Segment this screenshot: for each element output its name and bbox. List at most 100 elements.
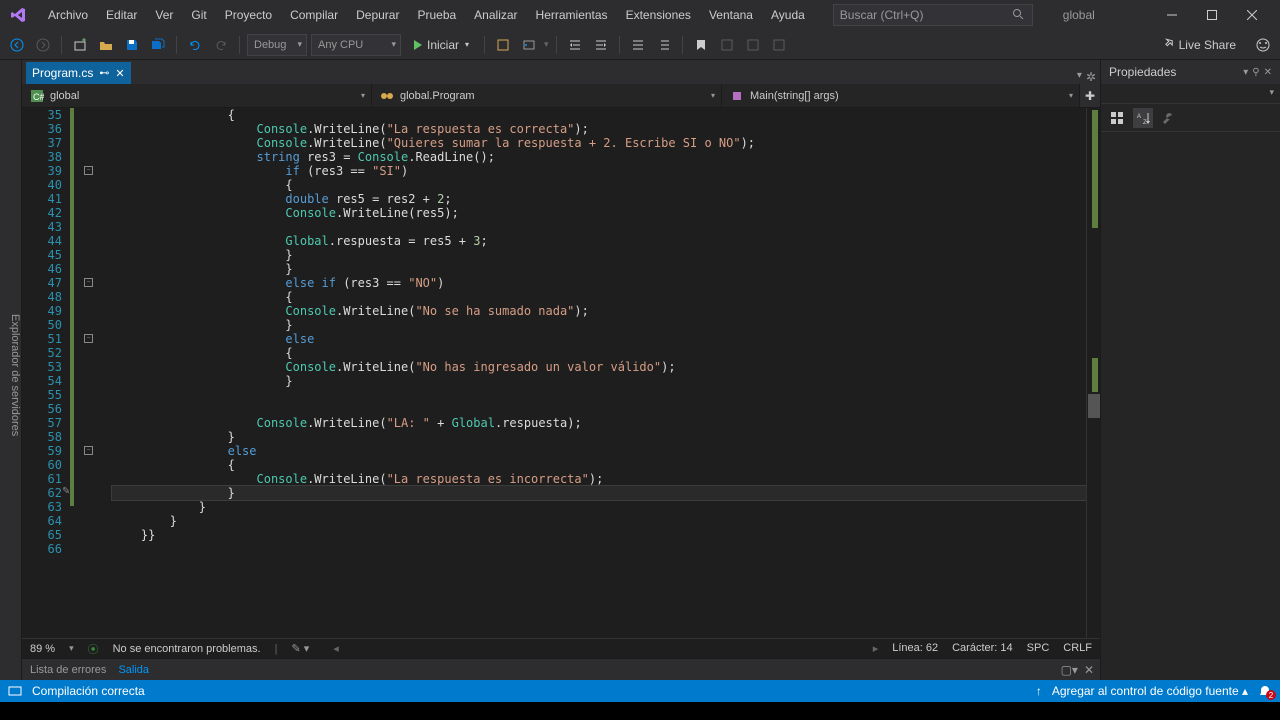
menu-git[interactable]: Git — [183, 4, 214, 26]
notifications-button[interactable]: 2 — [1258, 684, 1272, 698]
open-file-button[interactable] — [95, 34, 117, 56]
eol-mode[interactable]: CRLF — [1063, 642, 1092, 655]
zoom-level[interactable]: 89 % — [30, 643, 55, 655]
panel-toolbar: AZ — [1101, 104, 1280, 132]
minimize-button[interactable] — [1152, 0, 1192, 30]
menu-prueba[interactable]: Prueba — [409, 4, 464, 26]
indent-less-icon[interactable] — [564, 34, 586, 56]
save-button[interactable] — [121, 34, 143, 56]
tb-icon-2[interactable] — [518, 34, 540, 56]
method-icon — [730, 89, 744, 103]
search-placeholder: Buscar (Ctrl+Q) — [840, 8, 924, 22]
comment-icon[interactable] — [627, 34, 649, 56]
fold-toggle[interactable]: − — [84, 334, 93, 343]
tb-icon-1[interactable] — [492, 34, 514, 56]
line-indicator[interactable]: Línea: 62 — [892, 642, 938, 655]
build-status: Compilación correcta — [32, 684, 145, 698]
tab-dropdown-icon[interactable]: ▾ — [1077, 70, 1082, 84]
scroll-left-icon[interactable]: ◂ — [333, 642, 339, 655]
menu-herramientas[interactable]: Herramientas — [528, 4, 616, 26]
menu-extensiones[interactable]: Extensiones — [618, 4, 699, 26]
indent-more-icon[interactable] — [590, 34, 612, 56]
menu-bar: ArchivoEditarVerGitProyectoCompilarDepur… — [40, 4, 813, 26]
menu-depurar[interactable]: Depurar — [348, 4, 407, 26]
ok-icon: ⦿ — [88, 641, 99, 657]
uncomment-icon[interactable] — [653, 34, 675, 56]
menu-ayuda[interactable]: Ayuda — [763, 4, 813, 26]
nav-member[interactable]: Main(string[] args) — [722, 84, 1080, 107]
editor-statusbar: 89 % ▾ ⦿ No se encontraron problemas. | … — [22, 638, 1100, 658]
alphabetical-icon[interactable]: AZ — [1133, 108, 1153, 128]
back-button[interactable] — [6, 34, 28, 56]
bottom-tool-tabs: Lista de errores Salida ▢▾ ✕ — [22, 658, 1100, 680]
scroll-right-icon[interactable]: ▸ — [873, 642, 879, 655]
bottom-close-icon[interactable]: ✕ — [1084, 663, 1094, 677]
config-dropdown[interactable]: Debug — [247, 34, 307, 56]
svg-text:C#: C# — [33, 92, 44, 102]
redo-button[interactable] — [210, 34, 232, 56]
panel-dropdown-icon[interactable]: ▾ — [1243, 67, 1248, 78]
undo-button[interactable] — [184, 34, 206, 56]
fold-toggle[interactable]: − — [84, 278, 93, 287]
svg-text:A: A — [1137, 114, 1141, 120]
source-control-link[interactable]: Agregar al control de código fuente ▴ — [1052, 684, 1248, 698]
search-input[interactable]: Buscar (Ctrl+Q) — [833, 4, 1033, 26]
notification-count: 2 — [1266, 690, 1276, 700]
panel-close-icon[interactable]: ✕ — [1264, 67, 1272, 78]
toolbar: Debug Any CPU Iniciar ▾ ▾ Live Share — [0, 30, 1280, 60]
panel-title: Propiedades ▾ ⚲ ✕ — [1101, 60, 1280, 84]
indent-mode[interactable]: SPC — [1027, 642, 1050, 655]
rail-server-explorer[interactable]: Explorador de servidores — [9, 314, 21, 436]
panel-pin-icon[interactable]: ⚲ — [1252, 67, 1259, 78]
nav-project[interactable]: C# global — [22, 84, 372, 107]
menu-ventana[interactable]: Ventana — [701, 4, 761, 26]
minimap-scrollbar[interactable] — [1086, 108, 1100, 638]
feedback-icon[interactable] — [1252, 34, 1274, 56]
tab-settings-icon[interactable]: ✲ — [1086, 70, 1096, 84]
fold-toggle[interactable]: − — [84, 446, 93, 455]
nav-class[interactable]: global.Program — [372, 84, 722, 107]
upload-icon: ↑ — [1036, 684, 1042, 698]
pin-icon[interactable]: ⊷ — [99, 68, 109, 79]
tb-misc-1[interactable] — [716, 34, 738, 56]
bottom-toggle-icon[interactable]: ▢▾ — [1061, 663, 1078, 677]
window-controls — [1152, 0, 1272, 30]
tab-output[interactable]: Salida — [118, 661, 149, 679]
file-tab[interactable]: Program.cs ⊷ ✕ — [26, 62, 131, 84]
menu-archivo[interactable]: Archivo — [40, 4, 96, 26]
tb-misc-3[interactable] — [768, 34, 790, 56]
new-project-button[interactable] — [69, 34, 91, 56]
menu-analizar[interactable]: Analizar — [466, 4, 525, 26]
panel-combo[interactable]: ▾ — [1101, 84, 1280, 104]
solution-name: global — [1063, 8, 1095, 22]
tb-misc-2[interactable] — [742, 34, 764, 56]
start-button[interactable]: Iniciar ▾ — [405, 34, 477, 56]
problems-text[interactable]: No se encontraron problemas. — [113, 643, 261, 655]
split-editor-button[interactable]: ✚ — [1080, 84, 1100, 107]
menu-ver[interactable]: Ver — [147, 4, 181, 26]
wrench-icon[interactable] — [1159, 108, 1179, 128]
menu-proyecto[interactable]: Proyecto — [217, 4, 280, 26]
file-tab-label: Program.cs — [32, 66, 93, 80]
menu-compilar[interactable]: Compilar — [282, 4, 346, 26]
close-tab-icon[interactable]: ✕ — [115, 67, 124, 80]
menu-editar[interactable]: Editar — [98, 4, 145, 26]
save-all-button[interactable] — [147, 34, 169, 56]
bookmark-icon[interactable] — [690, 34, 712, 56]
vs-logo-icon — [8, 5, 28, 25]
fold-toggle[interactable]: − — [84, 166, 93, 175]
liveshare-button[interactable]: Live Share — [1153, 38, 1244, 52]
class-icon — [380, 89, 394, 103]
code-editor[interactable]: 3536373839404142434445464748495051525354… — [22, 108, 1100, 638]
nav-bar: C# global global.Program Main(string[] a… — [22, 84, 1100, 108]
brush-icon[interactable]: ✎ ▾ — [291, 642, 309, 655]
tab-error-list[interactable]: Lista de errores — [30, 661, 106, 679]
statusbar: Compilación correcta ↑ Agregar al contro… — [0, 680, 1280, 702]
forward-button[interactable] — [32, 34, 54, 56]
platform-dropdown[interactable]: Any CPU — [311, 34, 401, 56]
close-button[interactable] — [1232, 0, 1272, 30]
zoom-dropdown-icon[interactable]: ▾ — [69, 643, 74, 654]
categorized-icon[interactable] — [1107, 108, 1127, 128]
maximize-button[interactable] — [1192, 0, 1232, 30]
char-indicator[interactable]: Carácter: 14 — [952, 642, 1013, 655]
